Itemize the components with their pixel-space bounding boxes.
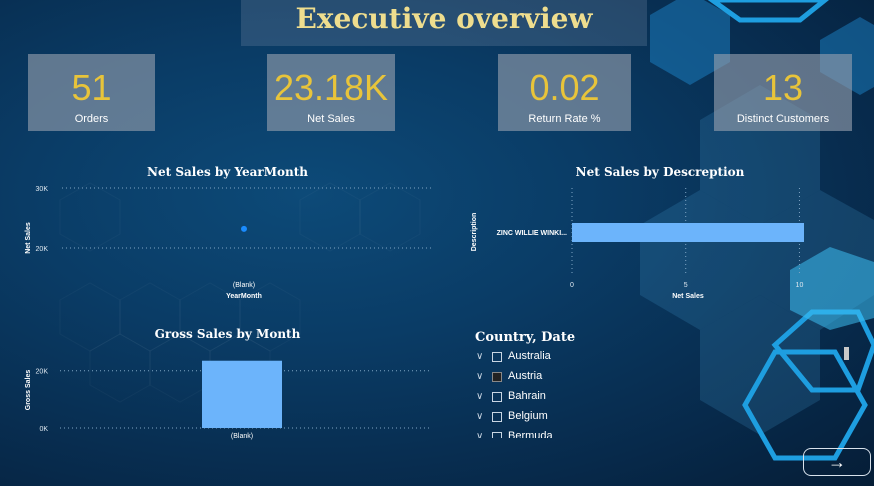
kpi-value: 0.02 xyxy=(529,67,600,108)
y-tick-label: 20K xyxy=(36,369,49,376)
slicer-title: Country, Date xyxy=(475,330,576,345)
slicer-item-label: Australia xyxy=(508,350,551,362)
kpi-label: Orders xyxy=(74,113,109,125)
kpi-card-distinct-customers[interactable]: 13 Distinct Customers xyxy=(714,54,852,131)
y-tick-label: 30K xyxy=(36,186,49,193)
chart-title-net-sales-by-yearmonth: Net Sales by YearMonth xyxy=(147,165,308,179)
arrow-right-icon: → xyxy=(828,452,846,472)
chevron-down-icon[interactable]: ∨ xyxy=(476,351,483,362)
kpi-card-net-sales[interactable]: 23.18K Net Sales xyxy=(267,54,395,131)
slicer-item-label: Bermuda xyxy=(508,430,553,438)
checkbox[interactable] xyxy=(492,432,502,438)
slicer-item-bermuda[interactable]: ∨ Bermuda xyxy=(476,430,596,438)
kpi-value: 51 xyxy=(71,67,112,108)
y-tick-label: ZINC WILLIE WINKI... xyxy=(497,230,567,237)
scrollbar-thumb[interactable] xyxy=(844,347,849,360)
kpi-card-orders[interactable]: 51 Orders xyxy=(28,54,155,131)
x-tick-label: 0 xyxy=(570,282,574,289)
chevron-down-icon[interactable]: ∨ xyxy=(476,411,483,422)
x-tick-label: (Blank) xyxy=(231,433,253,440)
slicer-item-label: Austria xyxy=(508,370,543,382)
slicer-item-belgium[interactable]: ∨ Belgium xyxy=(476,410,596,430)
country-date-slicer[interactable]: ∨ Australia ∨ Austria ∨ Bahrain ∨ Belgiu… xyxy=(476,350,596,438)
x-tick-label: 5 xyxy=(684,282,688,289)
title-banner: Executive overview xyxy=(241,0,647,46)
slicer-item-label: Bahrain xyxy=(508,390,546,402)
kpi-card-return-rate[interactable]: 0.02 Return Rate % xyxy=(498,54,631,131)
slicer-item-bahrain[interactable]: ∨ Bahrain xyxy=(476,390,596,410)
y-axis-label: Description xyxy=(471,213,478,252)
chevron-down-icon[interactable]: ∨ xyxy=(476,391,483,402)
x-tick-label: (Blank) xyxy=(233,282,255,289)
slicer-item-austria[interactable]: ∨ Austria xyxy=(476,370,596,390)
net-sales-by-yearmonth-chart[interactable]: 30K 20K (Blank) YearMonth Net Sales xyxy=(20,180,440,305)
x-tick-label: 10 xyxy=(796,282,804,289)
bar xyxy=(202,360,282,428)
chart-title-gross-sales-by-month: Gross Sales by Month xyxy=(154,327,301,341)
checkbox[interactable] xyxy=(492,412,502,422)
gross-sales-by-month-chart[interactable]: 20K 0K (Blank) Gross Sales xyxy=(20,345,440,445)
y-axis-label: Net Sales xyxy=(25,222,32,254)
net-sales-by-description-chart[interactable]: 0 5 10 ZINC WILLIE WINKI... Net Sales Descrip… xyxy=(465,180,825,305)
checkbox-checked[interactable] xyxy=(492,372,502,382)
checkbox[interactable] xyxy=(492,352,502,362)
y-axis-label: Gross Sales xyxy=(25,370,32,411)
checkbox[interactable] xyxy=(492,392,502,402)
chevron-down-icon[interactable]: ∨ xyxy=(476,371,483,382)
bar xyxy=(572,223,804,242)
kpi-value: 13 xyxy=(762,67,804,108)
y-tick-label: 20K xyxy=(36,246,49,253)
next-page-button[interactable]: → xyxy=(803,448,871,476)
x-axis-label: YearMonth xyxy=(226,293,262,300)
kpi-label: Net Sales xyxy=(307,113,355,125)
kpi-value: 23.18K xyxy=(273,67,389,108)
slicer-item-australia[interactable]: ∨ Australia xyxy=(476,350,596,370)
chevron-down-icon[interactable]: ∨ xyxy=(476,431,483,438)
slicer-item-label: Belgium xyxy=(508,410,548,422)
page-title: Executive overview xyxy=(295,2,593,35)
kpi-label: Return Rate % xyxy=(528,113,601,125)
data-point xyxy=(241,225,247,232)
kpi-label: Distinct Customers xyxy=(736,113,830,125)
x-axis-label: Net Sales xyxy=(672,293,704,300)
y-tick-label: 0K xyxy=(39,426,48,433)
chart-title-net-sales-by-description: Net Sales by Descreption xyxy=(575,165,745,179)
